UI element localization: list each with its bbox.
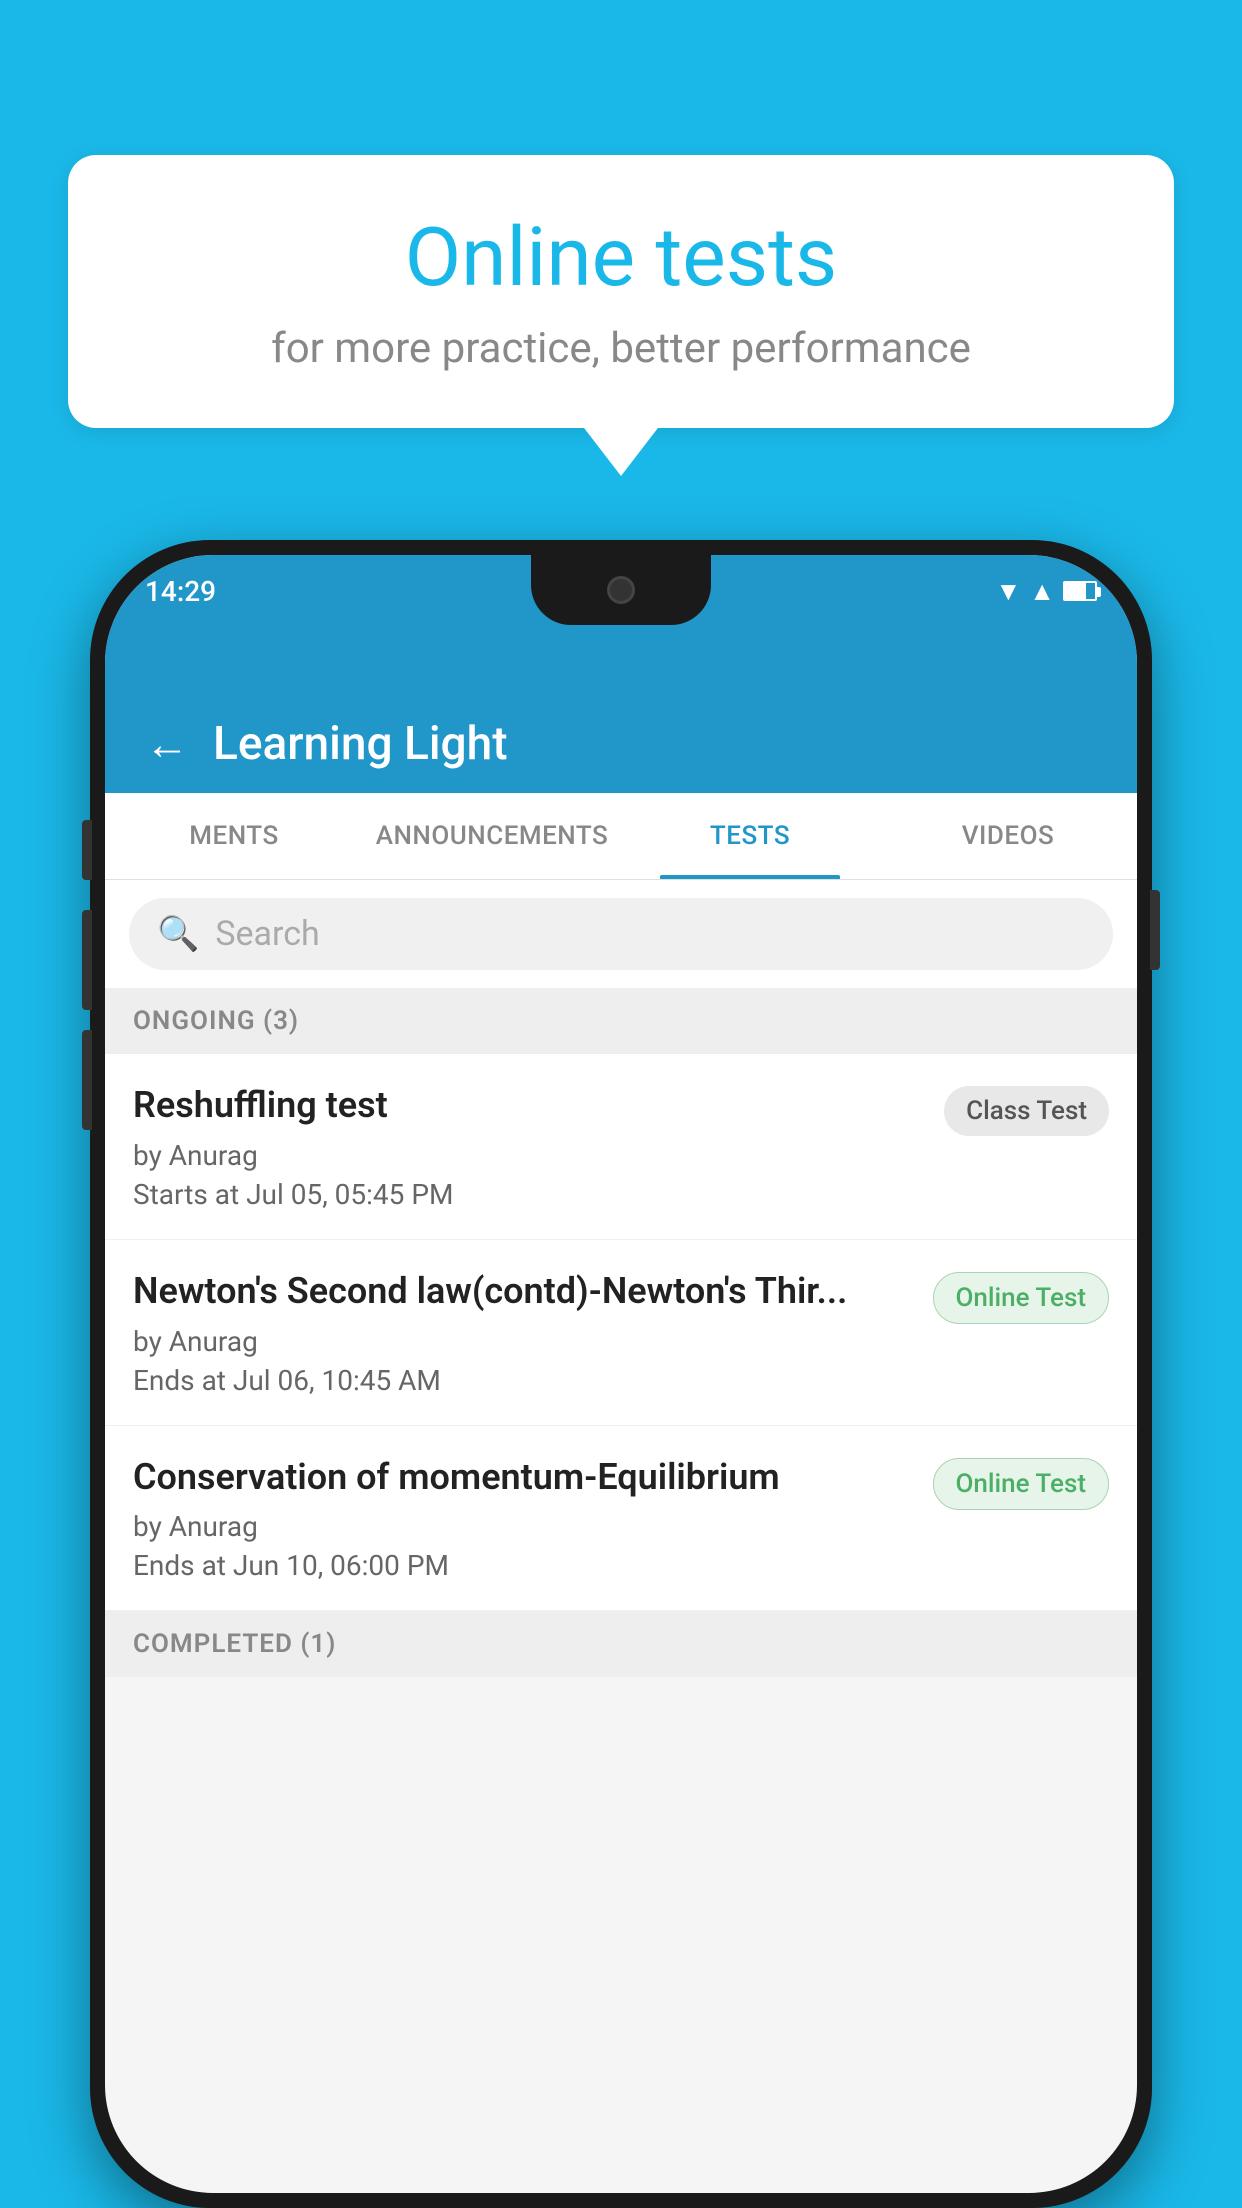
volume-up-button [82,820,92,880]
test-name: Newton's Second law(contd)-Newton's Thir… [133,1268,913,1315]
bubble-subtitle: for more practice, better performance [108,324,1134,373]
test-time: Starts at Jul 05, 05:45 PM [133,1178,924,1211]
test-item[interactable]: Reshuffling test by Anurag Starts at Jul… [105,1054,1137,1240]
test-author: by Anurag [133,1510,913,1543]
test-badge-online: Online Test [933,1272,1110,1324]
wifi-icon: ▼ [996,576,1022,607]
speech-bubble-container: Online tests for more practice, better p… [68,155,1174,428]
time-value: Jun 10, 06:00 PM [233,1549,449,1582]
test-time: Ends at Jun 10, 06:00 PM [133,1549,913,1582]
app-title: Learning Light [213,717,508,771]
volume-down-button [82,910,92,1010]
app-header: ← Learning Light [105,627,1137,793]
search-bar[interactable]: 🔍 Search [129,898,1113,970]
phone-screen: 14:29 ▼ ▲ ← Learning Light [105,555,1137,2193]
front-camera [607,576,635,604]
tab-tests[interactable]: TESTS [621,793,879,879]
power-button [1150,890,1160,970]
test-time: Ends at Jul 06, 10:45 AM [133,1364,913,1397]
tab-announcements[interactable]: ANNOUNCEMENTS [363,793,621,879]
silent-button [82,1030,92,1130]
tab-videos[interactable]: VIDEOS [879,793,1137,879]
search-icon: 🔍 [157,914,199,954]
test-item[interactable]: Newton's Second law(contd)-Newton's Thir… [105,1240,1137,1426]
time-label: Ends at [133,1364,226,1397]
test-info: Newton's Second law(contd)-Newton's Thir… [133,1268,933,1397]
phone-frame: 14:29 ▼ ▲ ← Learning Light [90,540,1152,2208]
back-button[interactable]: ← [145,718,189,770]
test-info: Conservation of momentum-Equilibrium by … [133,1454,933,1583]
search-placeholder: Search [215,914,319,954]
speech-bubble: Online tests for more practice, better p… [68,155,1174,428]
signal-icon: ▲ [1029,576,1055,607]
battery-icon [1063,581,1097,601]
time-value: Jul 06, 10:45 AM [233,1364,441,1397]
time-label: Starts at [133,1178,239,1211]
time-value: Jul 05, 05:45 PM [246,1178,453,1211]
test-item[interactable]: Conservation of momentum-Equilibrium by … [105,1426,1137,1612]
bubble-title: Online tests [108,210,1134,306]
tests-list: Reshuffling test by Anurag Starts at Jul… [105,1054,1137,1611]
status-icons: ▼ ▲ [996,576,1097,607]
completed-section-header: COMPLETED (1) [105,1611,1137,1677]
tab-bar: MENTS ANNOUNCEMENTS TESTS VIDEOS [105,793,1137,880]
test-info: Reshuffling test by Anurag Starts at Jul… [133,1082,944,1211]
time-label: Ends at [133,1549,226,1582]
test-badge-class: Class Test [944,1086,1109,1136]
test-author: by Anurag [133,1325,913,1358]
test-name: Conservation of momentum-Equilibrium [133,1454,913,1501]
search-container: 🔍 Search [105,880,1137,988]
phone-notch [531,555,711,625]
test-name: Reshuffling test [133,1082,924,1129]
tab-ments[interactable]: MENTS [105,793,363,879]
status-time: 14:29 [145,575,216,608]
test-badge-online: Online Test [933,1458,1110,1510]
test-author: by Anurag [133,1139,924,1172]
ongoing-section-header: ONGOING (3) [105,988,1137,1054]
